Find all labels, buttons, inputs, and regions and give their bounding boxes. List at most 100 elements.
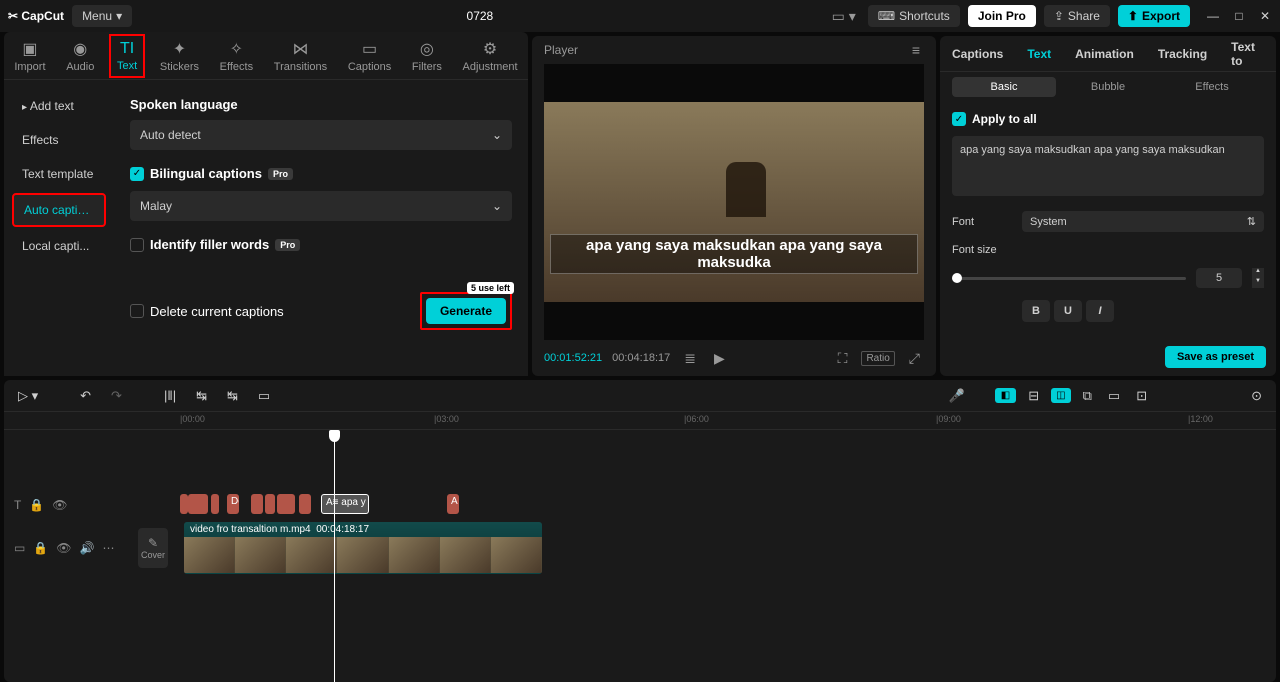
subtab-effects[interactable]: Effects (1160, 77, 1264, 97)
tl-chip-2[interactable]: ◫ (1051, 388, 1070, 403)
fontsize-slider[interactable] (952, 277, 1186, 280)
underline-button[interactable]: U (1054, 300, 1082, 322)
pointer-tool[interactable]: ▷ ▾ (14, 386, 42, 406)
bold-button[interactable]: B (1022, 300, 1050, 322)
spoken-language-select[interactable]: Auto detect⌄ (130, 120, 512, 150)
caption-clip[interactable] (251, 494, 263, 514)
bilingual-checkbox[interactable]: ✓ (130, 167, 144, 181)
sidebar-item[interactable]: Local capti... (12, 231, 106, 261)
list-icon[interactable]: ≣ (680, 348, 700, 369)
caption-clip[interactable] (188, 494, 208, 514)
inspector-tab-text to[interactable]: Text to (1219, 40, 1276, 68)
join-pro-button[interactable]: Join Pro (968, 5, 1036, 27)
italic-button[interactable]: I (1086, 300, 1114, 322)
font-select[interactable]: System⇅ (1022, 211, 1264, 232)
caption-overlay[interactable]: apa yang saya maksudkan apa yang saya ma… (550, 234, 918, 274)
tl-chip-1[interactable]: ◧ (995, 388, 1016, 403)
split-right-icon[interactable]: ↹ (223, 386, 242, 406)
tab-text[interactable]: TIText (109, 34, 145, 78)
tl-cut-icon[interactable]: ▭ (1104, 386, 1124, 406)
split-left-icon[interactable]: ↹ (192, 386, 211, 406)
mic-icon[interactable]: 🎤 (945, 386, 969, 406)
split-icon[interactable]: |‖| (160, 386, 180, 405)
tab-adjustment[interactable]: ⚙Adjustment (457, 35, 524, 77)
caption-clip[interactable] (299, 494, 311, 514)
apply-all-checkbox[interactable]: ✓ (952, 112, 966, 126)
subtab-bubble[interactable]: Bubble (1056, 77, 1160, 97)
zoom-icon[interactable]: ⊙ (1247, 386, 1266, 406)
bilingual-language-select[interactable]: Malay⌄ (130, 191, 512, 221)
caption-clip[interactable] (180, 494, 188, 514)
eye-icon[interactable]: 👁 (52, 498, 67, 512)
tl-align-icon[interactable]: ⊟ (1024, 386, 1043, 406)
shortcuts-button[interactable]: ⌨ Shortcuts (868, 5, 960, 27)
caption-clip[interactable]: De (227, 494, 239, 514)
caption-clip[interactable]: A≡ apa y (321, 494, 369, 514)
caption-clip[interactable] (277, 494, 295, 514)
fullscreen-icon[interactable]: ⤢ (905, 348, 924, 369)
player-viewport[interactable]: apa yang saya maksudkan apa yang saya ma… (544, 64, 924, 340)
more-icon[interactable]: ⋯ (102, 541, 114, 555)
apply-all-label: Apply to all (972, 112, 1037, 126)
sidebar-item[interactable]: Effects (12, 125, 106, 155)
tab-transitions[interactable]: ⋈Transitions (268, 35, 333, 77)
share-button[interactable]: ⇪ Share (1044, 5, 1110, 27)
sidebar-item[interactable]: Add text (12, 91, 106, 121)
filler-checkbox[interactable] (130, 238, 144, 252)
scan-icon[interactable]: ⛶ (834, 348, 852, 369)
save-preset-button[interactable]: Save as preset (1165, 346, 1266, 368)
text-track: T 🔒 👁 DeA≡ apa yA (4, 490, 1276, 520)
maximize-icon[interactable]: □ (1232, 9, 1246, 23)
lock-icon[interactable]: 🔒 (33, 541, 48, 555)
font-label: Font (952, 216, 1012, 228)
ratio-button[interactable]: Ratio (861, 351, 894, 366)
delete-icon[interactable]: ▭ (254, 386, 274, 406)
play-icon[interactable]: ▶ (710, 348, 729, 369)
caption-text-input[interactable] (952, 136, 1264, 196)
tab-effects[interactable]: ✧Effects (214, 35, 259, 77)
subtab-basic[interactable]: Basic (952, 77, 1056, 97)
minimize-icon[interactable]: — (1206, 9, 1220, 23)
generate-button[interactable]: Generate (426, 298, 506, 324)
sidebar-item[interactable]: Text template (12, 159, 106, 189)
inspector-tab-animation[interactable]: Animation (1063, 47, 1146, 61)
caption-clip[interactable] (211, 494, 219, 514)
inspector-tab-tracking[interactable]: Tracking (1146, 47, 1219, 61)
tab-stickers[interactable]: ✦Stickers (154, 35, 205, 77)
undo-icon[interactable]: ↶ (76, 386, 95, 406)
menu-button[interactable]: Menu ▾ (72, 5, 132, 27)
text-sidebar: Add text Effects Text template Auto captio.… (4, 85, 114, 376)
tab-audio[interactable]: ◉Audio (60, 35, 100, 77)
tab-captions[interactable]: ▭Captions (342, 35, 397, 77)
tl-snap-icon[interactable]: ⧉ (1079, 386, 1096, 406)
sidebar-item[interactable]: Auto captio... (12, 193, 106, 227)
ruler-tick: |09:00 (936, 414, 961, 424)
inspector-tab-captions[interactable]: Captions (940, 47, 1015, 61)
tab-filters[interactable]: ◎Filters (406, 35, 448, 77)
ruler-tick: |06:00 (684, 414, 709, 424)
fontsize-stepper[interactable]: ▲▼ (1252, 268, 1264, 288)
player-panel: Player ≡ apa yang saya maksudkan apa yan… (532, 36, 936, 376)
delete-captions-checkbox[interactable] (130, 304, 144, 318)
mute-icon[interactable]: 🔊 (80, 541, 95, 555)
close-icon[interactable]: ✕ (1258, 9, 1272, 23)
chevron-down-icon: ⌄ (492, 128, 502, 142)
inspector-tab-text[interactable]: Text (1015, 47, 1063, 61)
video-clip[interactable]: video fro transaltion m.mp4 00:04:18:17 (184, 522, 542, 574)
tab-import[interactable]: ▣Import (8, 35, 51, 77)
chevron-updown-icon: ⇅ (1247, 215, 1256, 228)
export-button[interactable]: ⬆ Export (1118, 5, 1190, 27)
timeline-ruler[interactable]: |00:00|03:00|06:00|09:00|12:00 (4, 412, 1276, 430)
current-time: 00:01:52:21 (544, 352, 602, 364)
layout-icon[interactable]: ▭ ▾ (828, 6, 860, 27)
eye-icon[interactable]: 👁 (56, 541, 71, 555)
fontsize-input[interactable] (1196, 268, 1242, 288)
player-menu-icon[interactable]: ≡ (908, 40, 924, 60)
tl-extra-icon[interactable]: ⊡ (1132, 386, 1151, 406)
lock-icon[interactable]: 🔒 (29, 498, 44, 512)
redo-icon[interactable]: ↷ (107, 386, 126, 406)
total-time: 00:04:18:17 (612, 352, 670, 364)
playhead[interactable] (334, 430, 335, 682)
caption-clip[interactable]: A (447, 494, 459, 514)
caption-clip[interactable] (265, 494, 275, 514)
